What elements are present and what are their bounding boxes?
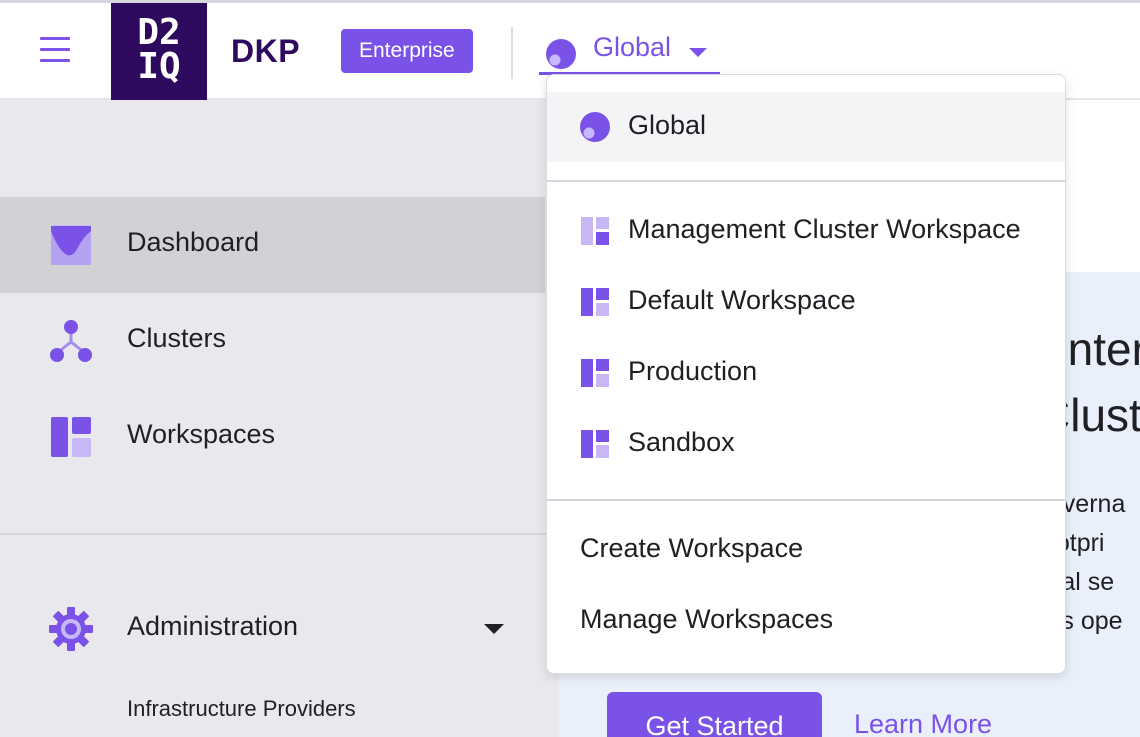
- sidebar-item-label: Workspaces: [127, 419, 276, 449]
- workspace-dropdown-menu: Global Management Cluster Workspace Defa…: [546, 74, 1066, 674]
- dropdown-item-label: Management Cluster Workspace: [628, 214, 1021, 244]
- dropdown-item-label: Sandbox: [628, 427, 735, 457]
- dropdown-item-label: Default Workspace: [628, 285, 856, 315]
- workspace-selector[interactable]: Global: [539, 29, 720, 75]
- workspace-icon: [581, 288, 609, 316]
- sidebar-item-label: Clusters: [127, 323, 227, 353]
- sidebar-subitem-infrastructure-providers[interactable]: Infrastructure Providers: [127, 696, 356, 722]
- sidebar-item-workspaces[interactable]: Workspaces: [0, 389, 545, 485]
- hamburger-menu-icon[interactable]: [40, 37, 70, 63]
- workspace-icon: [581, 430, 609, 458]
- get-started-button[interactable]: Get Started: [607, 692, 822, 737]
- dropdown-item-production[interactable]: Production: [547, 338, 1065, 408]
- workspace-icon: [581, 217, 609, 245]
- sidebar-item-dashboard[interactable]: Dashboard: [0, 197, 545, 293]
- chevron-down-icon: [484, 624, 504, 634]
- dropdown-divider: [547, 499, 1065, 501]
- chevron-down-icon: [689, 48, 707, 57]
- header-divider: [511, 27, 513, 79]
- brand-name: DKP: [231, 33, 301, 69]
- workspaces-icon: [51, 417, 91, 457]
- dropdown-item-label: Global: [628, 110, 707, 140]
- dropdown-item-default-workspace[interactable]: Default Workspace: [547, 267, 1065, 337]
- clusters-icon: [50, 320, 92, 362]
- gear-icon: [49, 607, 93, 651]
- dropdown-divider: [547, 180, 1065, 182]
- sidebar-divider: [0, 533, 559, 535]
- sidebar-item-administration[interactable]: Administration: [0, 581, 545, 677]
- edition-badge: Enterprise: [341, 29, 473, 73]
- dropdown-item-sandbox[interactable]: Sandbox: [547, 409, 1065, 479]
- sidebar: Dashboard Clusters Workspaces Administra…: [0, 100, 559, 737]
- globe-icon: [580, 112, 610, 142]
- dropdown-item-label: Production: [628, 356, 758, 386]
- learn-more-link[interactable]: Learn More: [854, 709, 992, 737]
- workspace-selector-label: Global: [593, 32, 672, 62]
- globe-icon: [546, 39, 576, 69]
- dashboard-icon: [51, 225, 91, 265]
- dropdown-item-global[interactable]: Global: [547, 92, 1065, 162]
- sidebar-item-label: Dashboard: [127, 227, 260, 257]
- manage-workspaces-button[interactable]: Manage Workspaces: [580, 604, 833, 635]
- sidebar-item-label: Administration: [127, 611, 299, 641]
- create-workspace-button[interactable]: Create Workspace: [580, 533, 803, 564]
- dropdown-item-management-cluster-workspace[interactable]: Management Cluster Workspace: [547, 196, 1065, 266]
- sidebar-item-clusters[interactable]: Clusters: [0, 293, 545, 389]
- d2iq-logo[interactable]: D2 IQ: [111, 3, 207, 100]
- workspace-icon: [581, 359, 609, 387]
